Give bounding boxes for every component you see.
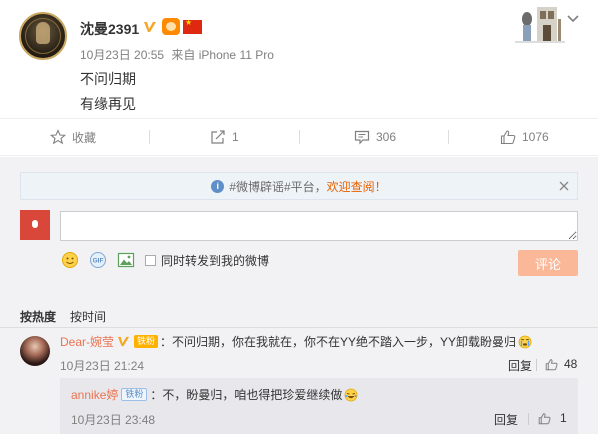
repost-count: 1: [232, 130, 239, 144]
comment-tools: GIF 同时转发到我的微博: [61, 250, 269, 270]
author-name[interactable]: 沈曼2391: [80, 19, 139, 39]
divider: [528, 413, 529, 425]
post-source: 来自 iPhone 11 Pro: [171, 48, 274, 62]
reply-button[interactable]: 回复: [508, 357, 532, 374]
post-meta: 10月23日 20:55 来自 iPhone 11 Pro: [80, 46, 278, 63]
comment-area: i #微博辟谣#平台，欢迎查阅！ GIF 同时转发到我的微博 评论 按热度 按: [0, 157, 598, 434]
comment-sort-tabs: 按热度 按时间: [20, 308, 106, 325]
chevron-down-icon[interactable]: [566, 14, 580, 24]
action-divider: [149, 130, 150, 144]
repost-checkbox-label[interactable]: 同时转发到我的微博: [161, 252, 269, 269]
post-action-bar: 收藏 1 306 1076: [0, 118, 598, 156]
thumbs-up-icon[interactable]: [538, 412, 551, 425]
reply-button[interactable]: 回复: [494, 411, 518, 428]
comment-time: 10月23日 21:24: [60, 359, 145, 373]
post-text-line-2: 有缘再见: [80, 96, 136, 112]
action-divider: [448, 130, 449, 144]
fan-badge[interactable]: 铁粉: [121, 388, 148, 401]
like-count: 1076: [522, 130, 549, 144]
reply-text-line: annike婷 铁粉 ：不，盼曼归，咱也得把珍爱继续做: [71, 386, 358, 403]
avatar-mark: [32, 220, 38, 228]
verified-v-icon[interactable]: [143, 20, 157, 34]
reply-time: 10月23日 23:48: [71, 413, 156, 427]
tab-hot[interactable]: 按热度: [20, 308, 56, 325]
china-flag-icon: [183, 18, 202, 34]
weibo-post: 沈曼2391 10月23日 20:55 来自 iPhone 11 Pro 不问归…: [0, 0, 598, 118]
author-avatar[interactable]: [19, 12, 67, 60]
comment-text-line: Dear-婉莹 铁粉 ：不问归期，你在我就在，你不在YY绝不踏入一步，YY卸载盼…: [60, 333, 532, 350]
comment-button[interactable]: 306: [354, 119, 396, 155]
reply-like-count: 1: [560, 411, 567, 425]
fan-badge[interactable]: 铁粉: [134, 335, 159, 348]
notice-text[interactable]: #微博辟谣#平台，: [229, 178, 326, 195]
action-divider: [299, 130, 300, 144]
tab-time[interactable]: 按时间: [70, 308, 106, 325]
current-user-avatar[interactable]: [20, 210, 50, 240]
gif-icon[interactable]: GIF: [89, 251, 107, 269]
laughing-emoji-icon: [345, 388, 358, 401]
repost-button[interactable]: 1: [210, 119, 239, 155]
notice-banner: i #微博辟谣#平台， 欢迎查阅！: [20, 172, 578, 200]
vip-member-icon[interactable]: [162, 18, 180, 35]
comment-like-count: 48: [564, 357, 578, 371]
favorite-button[interactable]: 收藏: [50, 119, 96, 155]
star-icon: [50, 129, 66, 145]
notice-link[interactable]: 欢迎查阅！: [327, 178, 387, 195]
repost-icon: [211, 130, 225, 144]
crying-emoji-icon: [518, 335, 532, 348]
comment-input[interactable]: [60, 211, 578, 241]
commenter-avatar[interactable]: [20, 336, 50, 366]
thumbs-up-icon: [500, 130, 516, 145]
submit-comment-button[interactable]: 评论: [518, 250, 578, 276]
divider: [0, 327, 598, 328]
comment-icon: [354, 130, 370, 145]
reply-author-name[interactable]: annike婷: [71, 386, 118, 403]
svg-text:GIF: GIF: [93, 258, 104, 265]
verified-v-icon: [117, 336, 130, 347]
favorite-label: 收藏: [72, 130, 97, 145]
reply-text: ：不，盼曼归，咱也得把珍爱继续做: [150, 388, 343, 402]
thumbs-up-icon[interactable]: [545, 358, 558, 371]
commenter-name[interactable]: Dear-婉莹: [60, 333, 114, 350]
repost-checkbox[interactable]: [145, 254, 156, 266]
post-text-line-1: 不问归期: [80, 71, 136, 87]
nested-reply: annike婷 铁粉 ：不，盼曼归，咱也得把珍爱继续做 10月23日 23:48…: [60, 378, 578, 434]
decoration-illustration-icon: [515, 7, 565, 43]
divider: [536, 359, 537, 371]
image-icon[interactable]: [117, 251, 135, 269]
close-icon[interactable]: [557, 179, 571, 193]
comment-count: 306: [376, 130, 397, 144]
avatar-figure: [36, 22, 50, 44]
info-icon: i: [211, 179, 225, 193]
post-date[interactable]: 10月23日 20:55: [80, 48, 164, 62]
emoji-icon[interactable]: [61, 251, 79, 269]
like-button[interactable]: 1076: [500, 119, 549, 155]
comment-text: ：不问归期，你在我就在，你不在YY绝不踏入一步，YY卸载盼曼归: [160, 335, 517, 349]
